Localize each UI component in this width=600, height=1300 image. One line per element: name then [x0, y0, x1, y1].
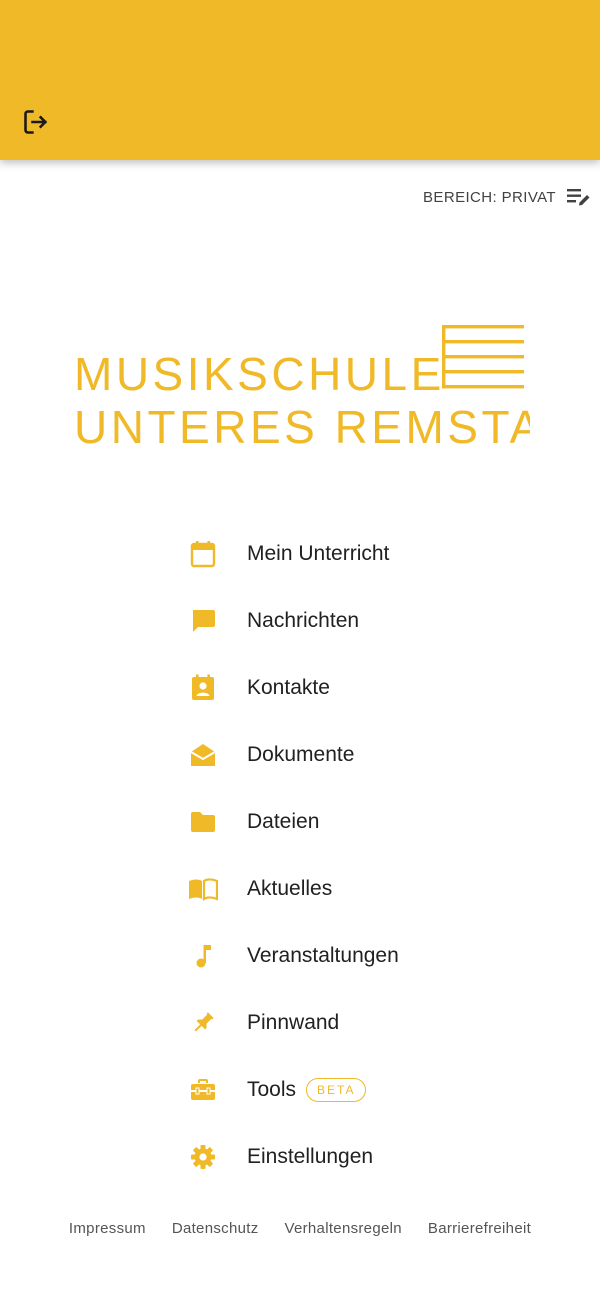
menu-item-aktuelles[interactable]: Aktuelles — [180, 855, 510, 922]
menu-item-dateien[interactable]: Dateien — [180, 788, 510, 855]
edit-list-icon — [567, 189, 590, 206]
chat-bubble-icon — [193, 609, 215, 632]
main-menu: Mein Unterricht Nachrichten Kontakte Dok… — [180, 520, 510, 1190]
menu-item-kontakte[interactable]: Kontakte — [180, 654, 510, 721]
footer-link-impressum[interactable]: Impressum — [69, 1220, 146, 1246]
menu-item-label: Einstellungen — [247, 1144, 374, 1168]
menu-item-label: Nachrichten — [247, 608, 360, 632]
contact-card-icon — [192, 674, 214, 700]
area-switch[interactable]: BEREICH: PRIVAT — [423, 184, 592, 210]
footer-link-verhaltensregeln[interactable]: Verhaltensregeln — [285, 1220, 402, 1246]
menu-item-label: Mein Unterricht — [247, 541, 390, 565]
open-envelope-icon — [190, 743, 216, 766]
menu-item-einstellungen[interactable]: Einstellungen — [180, 1123, 510, 1190]
menu-item-veranstaltungen[interactable]: Veranstaltungen — [180, 922, 510, 989]
footer-link-datenschutz[interactable]: Datenschutz — [172, 1220, 259, 1246]
menu-item-label: Aktuelles — [247, 876, 333, 900]
menu-item-label: Tools — [247, 1077, 297, 1101]
calendar-icon — [190, 540, 216, 567]
open-book-icon — [189, 877, 218, 901]
toolbox-icon — [191, 1078, 215, 1100]
menu-item-label: Veranstaltungen — [247, 943, 399, 967]
logo-line-1: MUSIKSCHULE — [74, 348, 445, 400]
menu-item-mein-unterricht[interactable]: Mein Unterricht — [180, 520, 510, 587]
music-note-icon — [196, 944, 211, 967]
logo-line-2: UNTERES REMSTAL — [74, 401, 530, 450]
beta-badge: BETA — [306, 1077, 367, 1102]
menu-item-label: Kontakte — [247, 675, 330, 699]
menu-item-label: Dokumente — [247, 742, 355, 766]
menu-item-label: Pinnwand — [247, 1010, 340, 1034]
menu-item-nachrichten[interactable]: Nachrichten — [180, 587, 510, 654]
menu-item-label: Dateien — [247, 809, 320, 833]
logout-icon — [24, 110, 48, 134]
area-label: BEREICH: PRIVAT — [423, 188, 556, 206]
gear-icon — [191, 1144, 215, 1169]
menu-item-pinnwand[interactable]: Pinnwand — [180, 989, 510, 1056]
menu-item-dokumente[interactable]: Dokumente — [180, 721, 510, 788]
menu-item-tools[interactable]: Tools BETA — [180, 1056, 510, 1123]
logout-button[interactable] — [16, 102, 56, 142]
folder-icon — [191, 811, 215, 832]
pushpin-icon — [194, 1011, 214, 1031]
footer-links: Impressum Datenschutz Verhaltensregeln B… — [0, 1220, 600, 1246]
school-logo: MUSIKSCHULE UNTERES REMSTAL — [74, 325, 530, 450]
app-bar — [0, 0, 600, 160]
footer-link-barrierefreiheit[interactable]: Barrierefreiheit — [428, 1220, 531, 1246]
staff-lines — [442, 325, 524, 389]
